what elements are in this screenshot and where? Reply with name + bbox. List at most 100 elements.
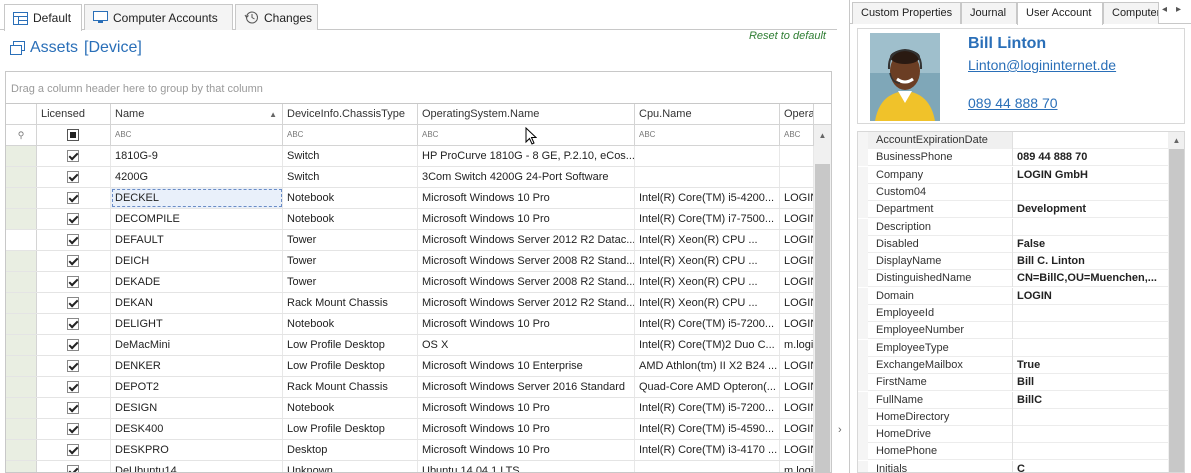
- property-value[interactable]: Bill C. Linton: [1013, 253, 1168, 270]
- cell-op[interactable]: LOGIN: [780, 251, 814, 271]
- cell-op[interactable]: [780, 167, 814, 187]
- cell-op[interactable]: LOGIN: [780, 398, 814, 418]
- cell-os[interactable]: Microsoft Windows Server 2008 R2 Stand..…: [418, 272, 635, 292]
- tab-journal[interactable]: Journal: [961, 2, 1017, 24]
- tab-computer-accounts[interactable]: Computer Accounts: [84, 4, 233, 30]
- cell-op[interactable]: LOGIN: [780, 377, 814, 397]
- property-row[interactable]: Initials C: [858, 460, 1168, 472]
- cell-chassis[interactable]: Switch: [283, 146, 418, 166]
- cell-os[interactable]: Microsoft Windows 10 Pro: [418, 440, 635, 460]
- property-scroll-up-button[interactable]: ▲: [1168, 132, 1184, 149]
- cell-name[interactable]: DECKEL: [111, 188, 283, 208]
- licensed-checkbox[interactable]: [67, 255, 79, 267]
- cell-cpu[interactable]: Intel(R) Core(TM) i5-7200...: [635, 314, 780, 334]
- cell-chassis[interactable]: Notebook: [283, 209, 418, 229]
- cell-op[interactable]: LOGIN: [780, 230, 814, 250]
- group-by-panel[interactable]: Drag a column header here to group by th…: [5, 71, 832, 103]
- cell-name[interactable]: 4200G: [111, 167, 283, 187]
- licensed-checkbox[interactable]: [67, 402, 79, 414]
- cell-name[interactable]: DESK400: [111, 419, 283, 439]
- cell-cpu[interactable]: Intel(R) Core(TM) i5-4590...: [635, 419, 780, 439]
- row-indicator[interactable]: [6, 419, 37, 439]
- cell-chassis[interactable]: Switch: [283, 167, 418, 187]
- tab-custom-properties[interactable]: Custom Properties: [852, 2, 961, 24]
- cell-name[interactable]: DEICH: [111, 251, 283, 271]
- table-row[interactable]: DEICH Tower Microsoft Windows Server 2008 …: [6, 251, 814, 272]
- licensed-checkbox[interactable]: [67, 234, 79, 246]
- row-indicator[interactable]: [6, 230, 37, 250]
- column-header-chassis[interactable]: DeviceInfo.ChassisType: [283, 104, 418, 125]
- row-indicator[interactable]: [6, 272, 37, 292]
- cell-os[interactable]: Microsoft Windows Server 2016 Standard: [418, 377, 635, 397]
- row-indicator[interactable]: [6, 146, 37, 166]
- cell-chassis[interactable]: Notebook: [283, 314, 418, 334]
- cell-name[interactable]: DELIGHT: [111, 314, 283, 334]
- table-row[interactable]: DEKAN Rack Mount Chassis Microsoft Windows…: [6, 293, 814, 314]
- row-indicator[interactable]: [6, 356, 37, 376]
- licensed-checkbox[interactable]: [67, 318, 79, 330]
- cell-chassis[interactable]: Rack Mount Chassis: [283, 377, 418, 397]
- cell-os[interactable]: Microsoft Windows 10 Enterprise: [418, 356, 635, 376]
- tab-default[interactable]: Default: [4, 4, 82, 31]
- table-row[interactable]: DESK400 Low Profile Desktop Microsoft Wind…: [6, 419, 814, 440]
- cell-op[interactable]: LOGIN: [780, 188, 814, 208]
- cell-op[interactable]: LOGIN: [780, 209, 814, 229]
- row-indicator[interactable]: [6, 188, 37, 208]
- expand-arrow-icon[interactable]: ›: [838, 424, 842, 436]
- property-value[interactable]: C: [1013, 461, 1168, 472]
- licensed-checkbox[interactable]: [67, 465, 79, 472]
- property-row[interactable]: AccountExpirationDate: [858, 132, 1168, 149]
- property-value[interactable]: Bill: [1013, 374, 1168, 391]
- table-row[interactable]: DEFAULT Tower Microsoft Windows Server 201…: [6, 230, 814, 251]
- cell-cpu[interactable]: [635, 461, 780, 472]
- cell-cpu[interactable]: AMD Athlon(tm) II X2 B24 ...: [635, 356, 780, 376]
- table-row[interactable]: DECKEL Notebook Microsoft Windows 10 Pro In…: [6, 188, 814, 209]
- property-row[interactable]: EmployeeNumber: [858, 322, 1168, 340]
- licensed-checkbox[interactable]: [67, 360, 79, 372]
- cell-cpu[interactable]: Intel(R) Xeon(R) CPU ...: [635, 272, 780, 292]
- cell-cpu[interactable]: Intel(R) Core(TM) i5-4200...: [635, 188, 780, 208]
- user-phone-link[interactable]: 089 44 888 70: [968, 95, 1058, 111]
- tab-computer[interactable]: Computer: [1103, 2, 1159, 24]
- cell-os[interactable]: Microsoft Windows 10 Pro: [418, 314, 635, 334]
- cell-name[interactable]: DECOMPILE: [111, 209, 283, 229]
- cell-op[interactable]: m.login: [780, 335, 814, 355]
- cell-chassis[interactable]: Desktop: [283, 440, 418, 460]
- cell-name[interactable]: DEKAN: [111, 293, 283, 313]
- property-value[interactable]: [1013, 305, 1168, 322]
- cell-name[interactable]: DEFAULT: [111, 230, 283, 250]
- cell-name[interactable]: DEKADE: [111, 272, 283, 292]
- cell-chassis[interactable]: Unknown: [283, 461, 418, 472]
- row-indicator[interactable]: [6, 398, 37, 418]
- property-value[interactable]: [1013, 443, 1168, 460]
- filter-operating[interactable]: ABC: [780, 125, 814, 145]
- property-row[interactable]: Company LOGIN GmbH: [858, 166, 1168, 184]
- user-email-link[interactable]: Linton@logininternet.de: [968, 57, 1116, 73]
- table-row[interactable]: DeUbuntu14 Unknown Ubuntu 14.04.1 LTS m.log…: [6, 461, 814, 472]
- column-header-licensed[interactable]: Licensed: [37, 104, 111, 125]
- property-row[interactable]: EmployeeId: [858, 305, 1168, 322]
- cell-name[interactable]: DESKPRO: [111, 440, 283, 460]
- column-header-name[interactable]: Name ▲: [111, 104, 283, 125]
- property-value[interactable]: LOGIN: [1013, 288, 1168, 305]
- table-row[interactable]: 1810G-9 Switch HP ProCurve 1810G - 8 GE, P…: [6, 146, 814, 167]
- filter-name[interactable]: ABC: [111, 125, 283, 145]
- cell-cpu[interactable]: Intel(R) Xeon(R) CPU ...: [635, 251, 780, 271]
- row-indicator[interactable]: [6, 335, 37, 355]
- cell-name[interactable]: DeMacMini: [111, 335, 283, 355]
- table-row[interactable]: DESIGN Notebook Microsoft Windows 10 Pro In…: [6, 398, 814, 419]
- scrollbar-thumb[interactable]: [815, 164, 830, 472]
- tab-user-account[interactable]: User Account: [1017, 2, 1103, 25]
- cell-os[interactable]: HP ProCurve 1810G - 8 GE, P.2.10, eCos..…: [418, 146, 635, 166]
- licensed-checkbox[interactable]: [67, 192, 79, 204]
- row-indicator[interactable]: [6, 167, 37, 187]
- cell-name[interactable]: DENKER: [111, 356, 283, 376]
- cell-name[interactable]: DEPOT2: [111, 377, 283, 397]
- property-row[interactable]: Description: [858, 218, 1168, 236]
- row-indicator[interactable]: [6, 314, 37, 334]
- property-row[interactable]: Department Development: [858, 201, 1168, 219]
- property-row[interactable]: DisplayName Bill C. Linton: [858, 253, 1168, 271]
- cell-op[interactable]: LOGIN: [780, 356, 814, 376]
- cell-chassis[interactable]: Tower: [283, 251, 418, 271]
- cell-name[interactable]: 1810G-9: [111, 146, 283, 166]
